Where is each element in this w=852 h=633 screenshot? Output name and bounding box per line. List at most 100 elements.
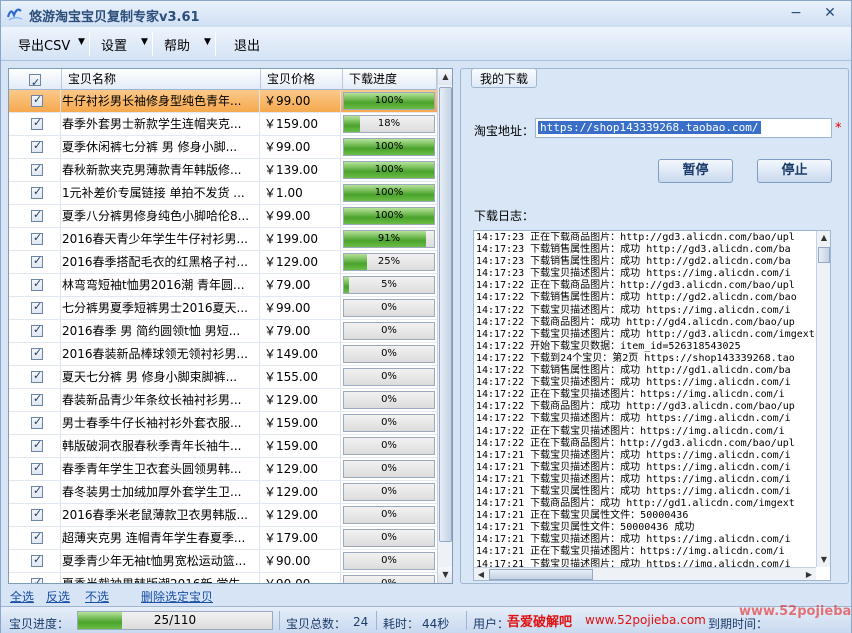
row-checkbox-cell[interactable] <box>9 412 61 434</box>
table-row[interactable]: 2016春季搭配毛衣的红黑格子衬...￥129.00 25% <box>9 251 437 274</box>
table-row[interactable]: 夏季半截袖男韩版潮2016新 学生...￥90.00 0% <box>9 573 437 583</box>
table-row[interactable]: 夏季青少年无袖t恤男宽松运动篮...￥90.00 0% <box>9 550 437 573</box>
row-checkbox[interactable] <box>31 208 43 222</box>
row-checkbox[interactable] <box>31 484 43 498</box>
row-checkbox-cell[interactable] <box>9 113 61 135</box>
log-scroll-left-icon[interactable]: ◀ <box>474 568 488 580</box>
scroll-down-icon[interactable]: ▼ <box>438 567 452 583</box>
help-dropdown-icon[interactable]: ▼ <box>204 37 211 47</box>
menu-exit[interactable]: 退出 <box>234 35 260 54</box>
row-checkbox[interactable] <box>31 300 43 314</box>
table-row[interactable]: 2016春装新品棒球领无领衬衫男...￥149.00 0% <box>9 343 437 366</box>
row-checkbox[interactable] <box>31 369 43 383</box>
table-row[interactable]: 春季外套男士新款学生连帽夹克...￥159.00 18% <box>9 113 437 136</box>
export-csv-dropdown-icon[interactable]: ▼ <box>78 37 85 47</box>
table-row[interactable]: 2016春季 男 简约圆领t恤 男短...￥79.00 0% <box>9 320 437 343</box>
pause-button[interactable]: 暂停 <box>658 159 733 183</box>
invert-selection-link[interactable]: 反选 <box>46 588 70 605</box>
row-checkbox[interactable] <box>31 139 43 153</box>
table-row[interactable]: 夏季休闲裤七分裤 男 修身小脚...￥99.00 100% <box>9 136 437 159</box>
row-checkbox-cell[interactable] <box>9 343 61 365</box>
log-horizontal-scrollbar[interactable]: ◀ ▶ <box>474 567 816 580</box>
row-checkbox-cell[interactable] <box>9 550 61 572</box>
row-checkbox[interactable] <box>31 185 43 199</box>
row-checkbox[interactable] <box>31 116 43 130</box>
row-checkbox-cell[interactable] <box>9 274 61 296</box>
log-hscroll-thumb[interactable] <box>489 569 593 580</box>
row-checkbox-cell[interactable] <box>9 182 61 204</box>
header-checkbox[interactable] <box>29 72 41 93</box>
header-download-progress[interactable]: 下载进度 <box>343 69 437 90</box>
row-checkbox[interactable] <box>31 93 43 107</box>
select-none-link[interactable]: 不选 <box>85 588 109 605</box>
table-row[interactable]: 2016春天青少年学生牛仔衬衫男...￥199.00 91% <box>9 228 437 251</box>
row-checkbox[interactable] <box>31 277 43 291</box>
row-checkbox[interactable] <box>31 553 43 567</box>
scrollbar-thumb[interactable] <box>439 87 452 542</box>
row-checkbox[interactable] <box>31 415 43 429</box>
row-checkbox[interactable] <box>31 530 43 544</box>
table-row[interactable]: 林弯弯短袖t恤男2016潮 青年圆...￥79.00 5% <box>9 274 437 297</box>
table-row[interactable]: 春秋新款夹克男薄款青年韩版修...￥139.00 100% <box>9 159 437 182</box>
settings-dropdown-icon[interactable]: ▼ <box>141 37 148 47</box>
row-checkbox[interactable] <box>31 346 43 360</box>
close-button[interactable]: ✕ <box>817 2 843 24</box>
menu-help[interactable]: 帮助 <box>164 35 190 54</box>
download-log[interactable]: 14:17:23 正在下载商品图片：http://gd3.alicdn.com/… <box>473 230 831 581</box>
log-scroll-right-icon[interactable]: ▶ <box>802 568 816 580</box>
log-vscroll-thumb[interactable] <box>818 247 830 263</box>
row-checkbox-cell[interactable] <box>9 366 61 388</box>
table-row[interactable]: 韩版破洞衣服春秋季青年长袖牛...￥159.00 0% <box>9 435 437 458</box>
table-row[interactable]: 牛仔衬衫男长袖修身型纯色青年...￥99.00 100% <box>9 90 437 113</box>
table-scrollbar[interactable]: ▲ ▼ <box>437 69 452 583</box>
stop-button[interactable]: 停止 <box>757 159 832 183</box>
table-row[interactable]: 夏天七分裤 男 修身小脚束脚裤...￥155.00 0% <box>9 366 437 389</box>
row-checkbox-cell[interactable] <box>9 297 61 319</box>
table-row[interactable]: 1元补差价专属链接 单拍不发货 ...￥1.00 100% <box>9 182 437 205</box>
log-vertical-scrollbar[interactable]: ▲ ▼ <box>816 231 830 567</box>
table-row[interactable]: 春冬装男士加绒加厚外套学生卫...￥129.00 0% <box>9 481 437 504</box>
row-checkbox[interactable] <box>31 392 43 406</box>
row-checkbox-cell[interactable] <box>9 389 61 411</box>
header-select-all-cell[interactable] <box>9 69 62 93</box>
header-item-price[interactable]: 宝贝价格 <box>261 69 343 90</box>
table-row[interactable]: 超薄夹克男 连帽青年学生春夏季...￥179.00 0% <box>9 527 437 550</box>
taobao-url-input[interactable]: https://shop143339268.taobao.com/ <box>535 118 832 138</box>
row-checkbox-cell[interactable] <box>9 228 61 250</box>
row-checkbox-cell[interactable] <box>9 205 61 227</box>
row-checkbox[interactable] <box>31 507 43 521</box>
table-row[interactable]: 七分裤男夏季短裤男士2016夏天...￥99.00 0% <box>9 297 437 320</box>
log-scroll-down-icon[interactable]: ▼ <box>817 553 830 567</box>
scroll-up-icon[interactable]: ▲ <box>438 69 452 85</box>
row-checkbox[interactable] <box>31 323 43 337</box>
row-checkbox-cell[interactable] <box>9 159 61 181</box>
minimize-button[interactable]: − <box>783 2 809 24</box>
row-checkbox[interactable] <box>31 162 43 176</box>
row-checkbox-cell[interactable] <box>9 90 61 112</box>
row-checkbox[interactable] <box>31 254 43 268</box>
title-bar[interactable]: 悠游淘宝宝贝复制专家v3.61 − ✕ <box>1 1 851 27</box>
row-checkbox-cell[interactable] <box>9 136 61 158</box>
row-checkbox[interactable] <box>31 461 43 475</box>
row-checkbox[interactable] <box>31 231 43 245</box>
select-all-link[interactable]: 全选 <box>10 588 34 605</box>
table-row[interactable]: 2016春季米老鼠薄款卫衣男韩版...￥129.00 0% <box>9 504 437 527</box>
row-checkbox-cell[interactable] <box>9 251 61 273</box>
table-row[interactable]: 春装新品青少年条纹长袖衬衫男...￥129.00 0% <box>9 389 437 412</box>
table-row[interactable]: 夏季八分裤男修身纯色小脚哈伦8...￥99.00 100% <box>9 205 437 228</box>
log-scroll-up-icon[interactable]: ▲ <box>817 231 830 245</box>
header-item-name[interactable]: 宝贝名称 <box>62 69 261 90</box>
row-checkbox-cell[interactable] <box>9 527 61 549</box>
menu-export-csv[interactable]: 导出CSV <box>18 35 70 54</box>
row-checkbox[interactable] <box>31 438 43 452</box>
table-row[interactable]: 春季青年学生卫衣套头圆领男韩...￥129.00 0% <box>9 458 437 481</box>
row-checkbox[interactable] <box>31 576 43 583</box>
row-checkbox-cell[interactable] <box>9 481 61 503</box>
row-checkbox-cell[interactable] <box>9 435 61 457</box>
row-checkbox-cell[interactable] <box>9 320 61 342</box>
table-row[interactable]: 男士春季牛仔长袖衬衫外套衣服...￥159.00 0% <box>9 412 437 435</box>
row-checkbox-cell[interactable] <box>9 573 61 583</box>
delete-selected-link[interactable]: 删除选定宝贝 <box>141 588 213 605</box>
row-checkbox-cell[interactable] <box>9 504 61 526</box>
row-checkbox-cell[interactable] <box>9 458 61 480</box>
